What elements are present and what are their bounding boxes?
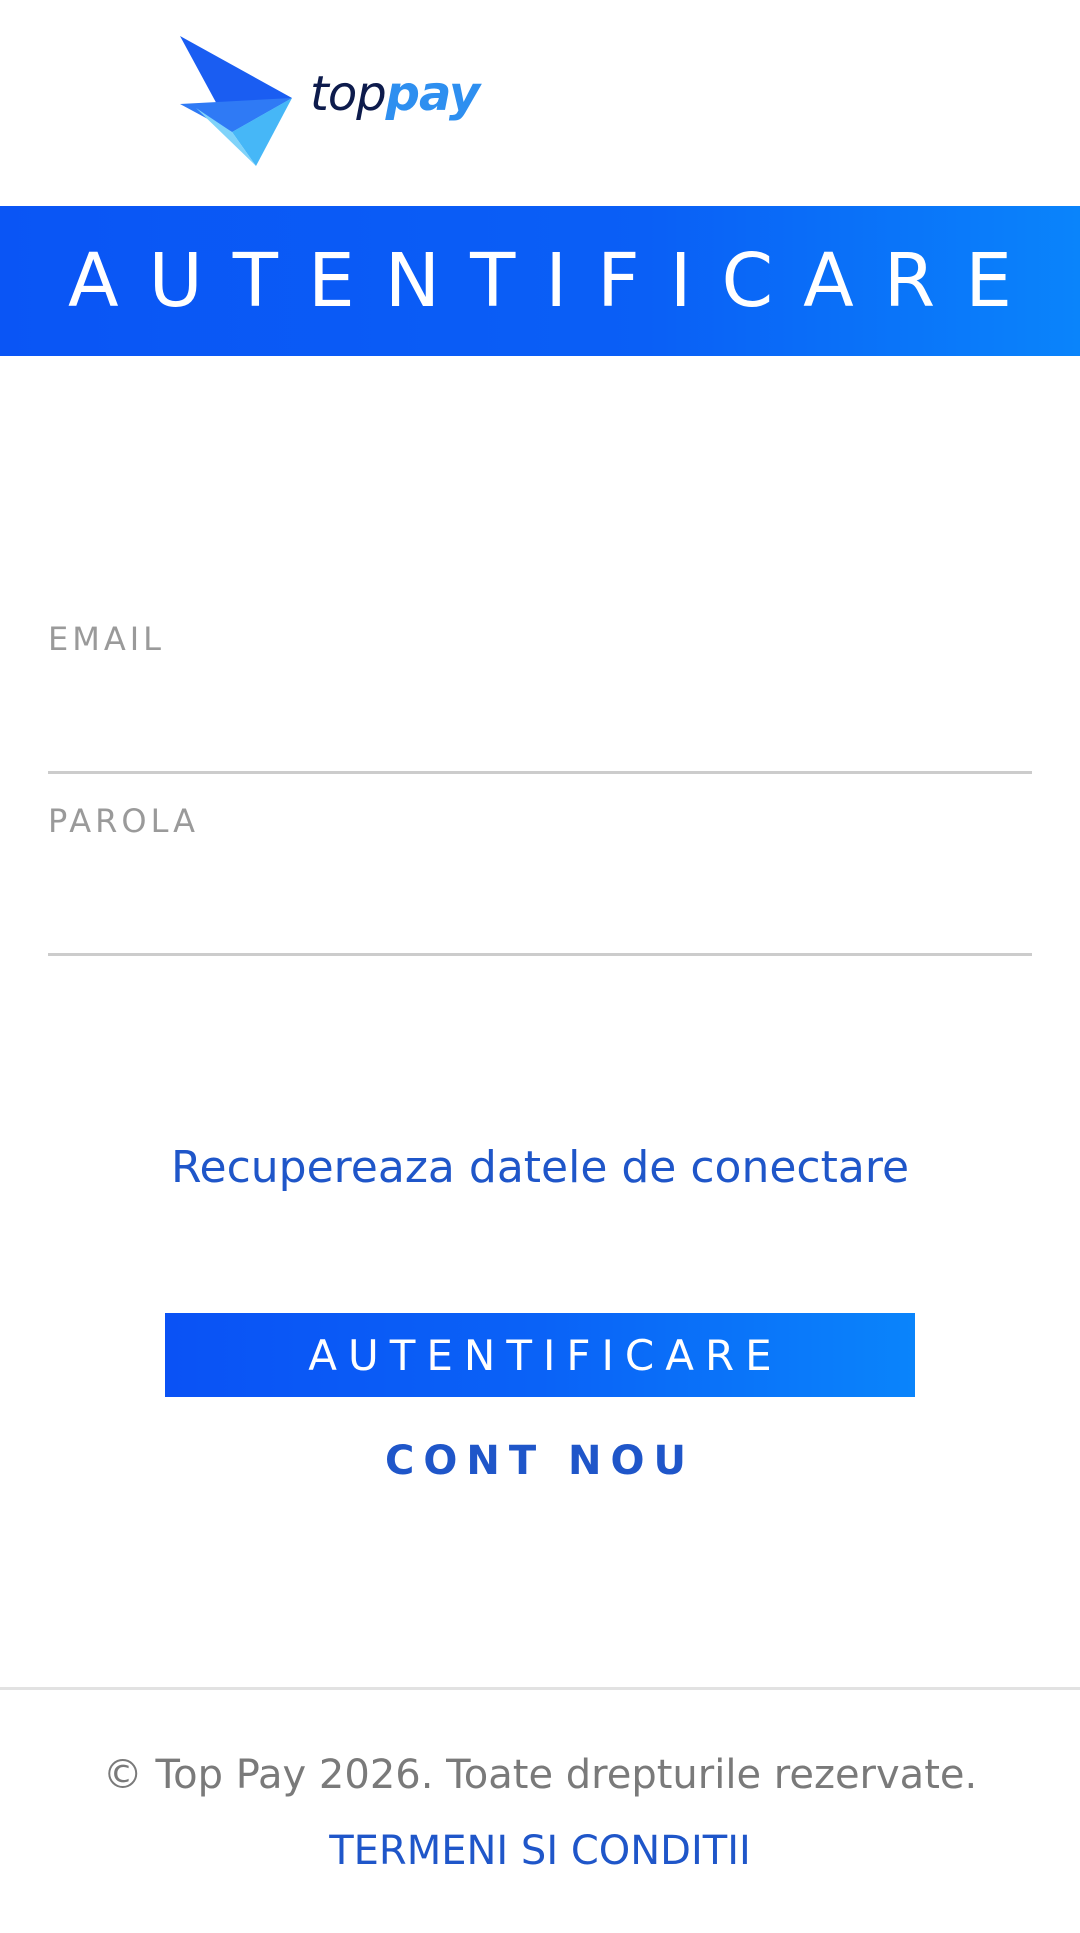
- login-page: toppay AUTENTIFICARE EMAIL PAROLA Recupe…: [0, 0, 1080, 1933]
- password-input[interactable]: [48, 876, 1032, 956]
- header-logo-area: toppay: [0, 0, 1080, 205]
- page-title: AUTENTIFICARE: [68, 238, 1042, 324]
- brand-logo-text: toppay: [310, 66, 481, 122]
- terms-and-conditions-link[interactable]: TERMENI SI CONDITII: [0, 1828, 1080, 1874]
- password-label: PAROLA: [48, 802, 200, 840]
- email-input[interactable]: [48, 694, 1032, 774]
- new-account-button[interactable]: CONT NOU: [0, 1438, 1080, 1484]
- email-label: EMAIL: [48, 620, 165, 658]
- brand-name-part-1: top: [310, 66, 387, 122]
- recover-credentials-link[interactable]: Recupereaza datele de conectare: [0, 1142, 1080, 1193]
- copyright-text: © Top Pay 2026. Toate drepturile rezerva…: [102, 1752, 978, 1798]
- login-button[interactable]: AUTENTIFICARE: [165, 1313, 915, 1397]
- paper-plane-logo-icon: [180, 36, 292, 166]
- email-field-group: EMAIL: [48, 620, 1032, 774]
- brand-name-part-2: pay: [385, 66, 481, 122]
- footer-divider: [0, 1687, 1080, 1690]
- title-banner: AUTENTIFICARE: [0, 206, 1080, 356]
- password-field-group: PAROLA: [48, 802, 1032, 956]
